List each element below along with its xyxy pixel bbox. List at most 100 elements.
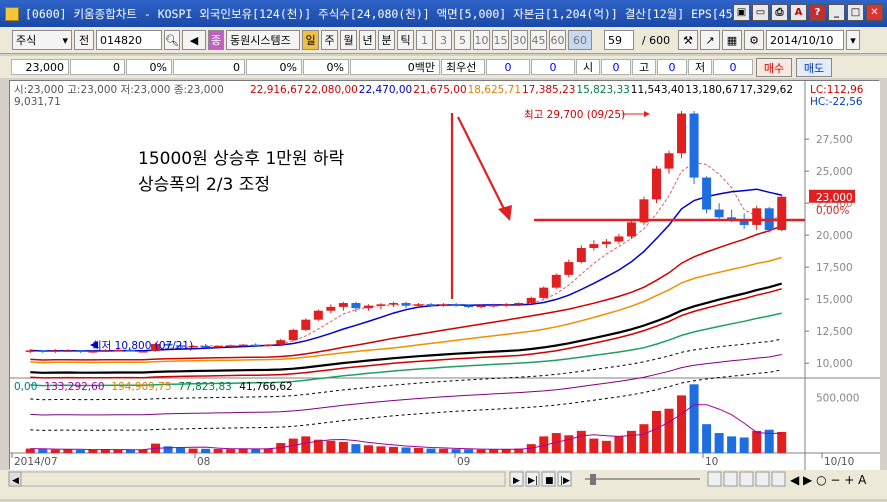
- current-price: 23,000: [11, 59, 69, 75]
- minute-3[interactable]: 3: [435, 30, 452, 50]
- date-input[interactable]: 2014/10/10: [766, 30, 844, 50]
- volume-bar: [601, 440, 611, 453]
- minute-45[interactable]: 45: [530, 30, 547, 50]
- lc-label: LC:112,96: [810, 84, 864, 96]
- grid-icon[interactable]: [707, 471, 722, 487]
- h-scrollbar[interactable]: [8, 471, 506, 487]
- font-icon[interactable]: A: [790, 4, 807, 21]
- layout-icon[interactable]: [755, 471, 770, 487]
- open-value: 0: [601, 59, 631, 75]
- ma-legend-value: 11,543,40: [631, 84, 684, 96]
- candle-body: [313, 310, 323, 320]
- volume-bar: [376, 446, 386, 453]
- candle-body: [38, 350, 48, 352]
- minute-30[interactable]: 30: [511, 30, 528, 50]
- candle-body: [702, 177, 712, 210]
- play-glyph: ▶: [513, 476, 520, 486]
- volume-bar: [439, 448, 449, 453]
- sound-icon[interactable]: ◀︎: [182, 30, 206, 50]
- candle-body: [714, 209, 724, 218]
- volume-bar: [727, 436, 737, 453]
- period-tick[interactable]: 틱: [397, 30, 414, 50]
- volume-bar: [75, 449, 85, 453]
- layout-icon[interactable]: ▣: [733, 4, 750, 21]
- volume-bar: [752, 430, 762, 453]
- price-chart[interactable]: 시:23,000 고:23,000 저:23,000 종:23,000 9,03…: [9, 80, 880, 470]
- tool-icon[interactable]: ⚒: [678, 30, 698, 50]
- candle-body: [338, 303, 348, 307]
- candle-body: [451, 304, 461, 306]
- low-annotation: 최저 10,800 (07/21): [92, 340, 193, 352]
- volume-axis-label: 500,000: [816, 393, 859, 405]
- price-change: 0: [70, 59, 125, 75]
- period-day[interactable]: 일: [302, 30, 319, 50]
- volume-bar: [251, 448, 261, 453]
- search-icon[interactable]: 🔍︎: [164, 30, 180, 50]
- minute-10[interactable]: 10: [473, 30, 490, 50]
- volume-bar: [414, 448, 424, 453]
- candle-body: [376, 304, 386, 306]
- buy-button[interactable]: 매수: [756, 58, 792, 77]
- candle-body: [363, 305, 373, 309]
- volume-bar: [451, 449, 461, 453]
- ma-legend-value: 17,385,23: [522, 84, 575, 96]
- price-tick-label: 15,000: [816, 294, 853, 306]
- print-icon[interactable]: ⎙: [771, 4, 788, 21]
- minute-1[interactable]: 1: [416, 30, 433, 50]
- settings-icon[interactable]: ⚙: [744, 30, 764, 50]
- sell-button[interactable]: 매도: [796, 58, 832, 77]
- volume-bar: [388, 446, 398, 453]
- volume-bar: [138, 449, 148, 453]
- zoom-slider-thumb[interactable]: [590, 474, 596, 485]
- period-week[interactable]: 주: [321, 30, 338, 50]
- stock-code-input[interactable]: 014820: [96, 30, 162, 50]
- crosshair-icon[interactable]: [723, 471, 738, 487]
- count-input[interactable]: 59: [604, 30, 634, 50]
- stop-glyph: ■: [545, 476, 554, 486]
- period-minute[interactable]: 분: [378, 30, 395, 50]
- bottom-bar: ◀ ▶ ▶| ■ |▶ ◀ ▶ ○ − + A: [0, 470, 887, 499]
- volume-bar: [88, 449, 98, 453]
- time-tick-label: 10/10: [824, 456, 854, 468]
- help-icon[interactable]: ?: [809, 4, 826, 21]
- minimize-icon[interactable]: _: [828, 4, 845, 21]
- candle-body: [589, 244, 599, 248]
- volume-bar: [664, 408, 674, 453]
- market-select[interactable]: 주식 ▾: [12, 30, 72, 50]
- split-icon[interactable]: [739, 471, 754, 487]
- maximize-icon[interactable]: □: [847, 4, 864, 21]
- volume-bar: [301, 436, 311, 453]
- candle-body: [526, 297, 536, 304]
- candle-body: [651, 168, 662, 200]
- period-year[interactable]: 년: [359, 30, 376, 50]
- price-tick-label: 17,500: [816, 262, 853, 274]
- minute-select[interactable]: 60: [568, 30, 592, 50]
- chart-icon[interactable]: ↗: [700, 30, 720, 50]
- period-month[interactable]: 월: [340, 30, 357, 50]
- ma-legend-value: 22,080,00: [304, 84, 357, 96]
- candle-body: [514, 303, 524, 305]
- best-label: 최우선: [441, 59, 485, 75]
- chart-canvas[interactable]: 시:23,000 고:23,000 저:23,000 종:23,000 9,03…: [10, 81, 880, 470]
- group-icon[interactable]: 종: [208, 30, 224, 50]
- current-price-label: 23,000: [816, 192, 853, 204]
- high-label: 고: [632, 59, 656, 75]
- window-icon[interactable]: ▭: [752, 4, 769, 21]
- minute-60[interactable]: 60: [549, 30, 566, 50]
- app-icon: [5, 6, 19, 21]
- minute-5[interactable]: 5: [454, 30, 471, 50]
- candle-body: [614, 236, 624, 242]
- minute-15[interactable]: 15: [492, 30, 509, 50]
- candle-body: [251, 344, 261, 347]
- open-label: 시: [576, 59, 600, 75]
- close-icon[interactable]: ✕: [866, 4, 883, 21]
- image-icon[interactable]: ▦: [722, 30, 742, 50]
- volume-bar: [702, 424, 712, 453]
- candle-body: [401, 303, 411, 306]
- zoom-icons[interactable]: ◀ ▶ ○ − + A: [790, 473, 867, 487]
- volume-legend-value: 41,766,62: [239, 381, 292, 393]
- trade-amount: 0백만: [350, 59, 440, 75]
- pan-icon[interactable]: [771, 471, 786, 487]
- candle-body: [626, 222, 636, 237]
- calendar-icon[interactable]: ▾: [846, 30, 860, 50]
